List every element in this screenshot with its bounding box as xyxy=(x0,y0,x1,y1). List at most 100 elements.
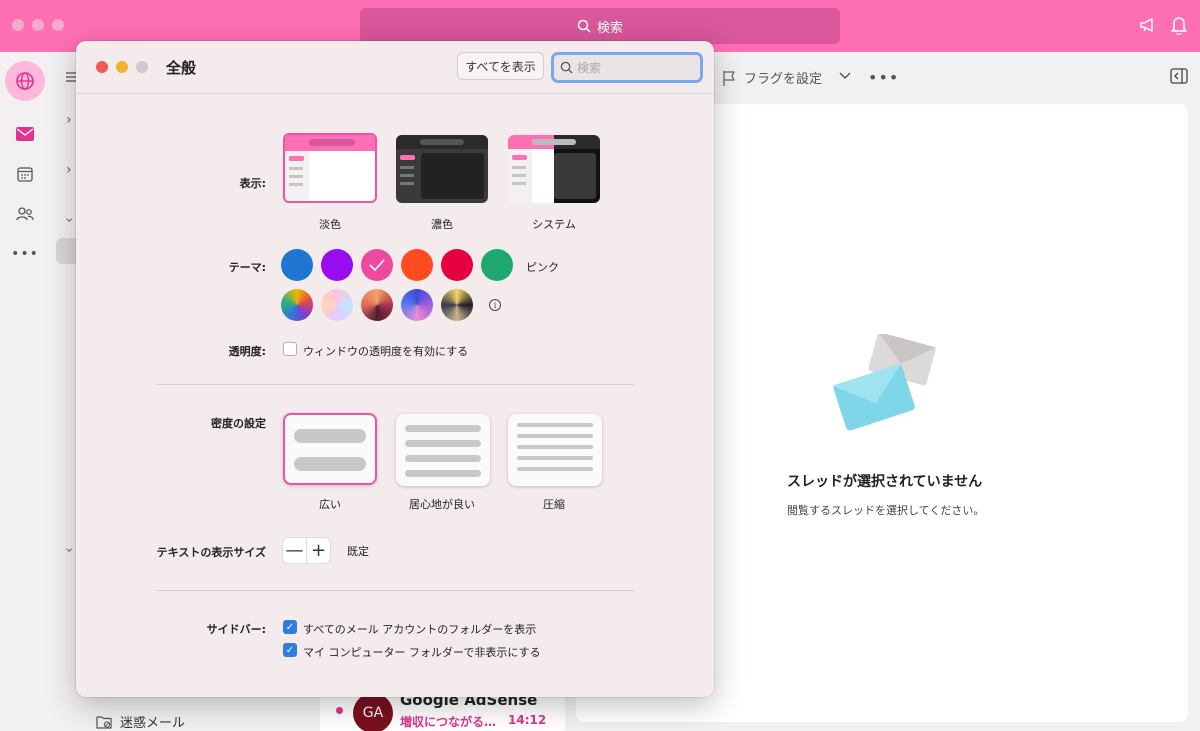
theme-red-swatch[interactable] xyxy=(441,249,473,281)
theme-green-swatch[interactable] xyxy=(481,249,513,281)
density-compact-option[interactable] xyxy=(508,414,602,486)
global-search-label: 検索 xyxy=(596,20,623,36)
theme-violet-swatch[interactable] xyxy=(401,289,433,321)
density-compact-label: 圧縮 xyxy=(543,498,565,511)
settings-dialog: 全般 すべてを表示 表示: 淡色 濃色 シス xyxy=(76,41,714,697)
appearance-system-option[interactable] xyxy=(508,135,600,203)
flag-options-button[interactable] xyxy=(838,68,852,88)
text-size-increase-button[interactable]: + xyxy=(307,538,330,563)
transparency-checkbox[interactable] xyxy=(283,342,297,356)
window-close-dot xyxy=(12,19,24,31)
info-icon[interactable]: i xyxy=(489,299,501,311)
density-bar xyxy=(405,470,481,477)
dialog-title: 全般 xyxy=(166,59,197,77)
folder-junk-icon xyxy=(96,715,112,729)
folder-junk-label: 迷惑メール xyxy=(120,716,186,731)
appearance-light-label: 淡色 xyxy=(319,218,341,231)
transparency-checkbox-label: ウィンドウの透明度を有効にする xyxy=(303,345,469,358)
folder-expand-chevron-icon[interactable]: › xyxy=(66,162,72,178)
theme-blue-swatch[interactable] xyxy=(281,249,313,281)
density-bar xyxy=(517,467,593,471)
bell-icon[interactable] xyxy=(1170,15,1188,35)
appearance-dark-option[interactable] xyxy=(396,135,488,203)
dialog-zoom-button[interactable] xyxy=(136,61,148,73)
megaphone-icon[interactable] xyxy=(1138,15,1158,35)
window-minimize-dot xyxy=(32,19,44,31)
density-cozy-option[interactable] xyxy=(396,414,490,486)
more-apps-button[interactable]: ••• xyxy=(10,239,40,269)
density-spacious-label: 広い xyxy=(319,498,341,511)
appearance-dark-label: 濃色 xyxy=(431,218,453,231)
more-dots-icon: ••• xyxy=(868,68,900,87)
mail-icon xyxy=(16,127,34,141)
density-label: 密度の設定 xyxy=(211,417,266,430)
navigation-rail: ••• xyxy=(0,52,50,731)
calendar-nav-button[interactable] xyxy=(10,159,40,189)
empty-state-title: スレッドが選択されていません xyxy=(787,474,983,490)
flag-icon xyxy=(723,70,735,86)
section-divider xyxy=(156,384,634,385)
calendar-icon xyxy=(17,167,33,182)
people-nav-button[interactable] xyxy=(10,199,40,229)
more-dots-icon: ••• xyxy=(11,246,39,262)
folder-collapse-chevron-icon[interactable]: › xyxy=(61,547,77,553)
theme-sunset-swatch[interactable] xyxy=(361,289,393,321)
folder-junk[interactable]: 迷惑メール xyxy=(96,712,185,731)
density-bar xyxy=(517,456,593,460)
hide-my-computer-label: マイ コンピューター フォルダーで非表示にする xyxy=(303,646,541,659)
chevron-down-icon xyxy=(839,72,851,80)
density-bar xyxy=(405,425,481,432)
more-actions-button[interactable]: ••• xyxy=(868,68,899,87)
collapse-pane-button[interactable] xyxy=(1170,68,1188,88)
show-all-folders-label: すべてのメール アカウントのフォルダーを表示 xyxy=(303,623,537,636)
appearance-light-option[interactable] xyxy=(283,133,377,203)
search-icon xyxy=(560,61,573,74)
dialog-close-button[interactable] xyxy=(96,61,108,73)
text-size-value: 既定 xyxy=(347,545,369,558)
sidebar-label: サイドバー: xyxy=(206,623,266,636)
appearance-label: 表示: xyxy=(239,177,266,190)
collapse-pane-icon xyxy=(1170,68,1188,84)
header-divider xyxy=(76,93,714,94)
avatar: GA xyxy=(353,693,393,731)
density-bar xyxy=(517,445,593,449)
theme-selected-name: ピンク xyxy=(526,261,559,274)
people-icon xyxy=(16,207,34,221)
window-zoom-dot xyxy=(52,19,64,31)
message-time: 14:12 xyxy=(508,713,547,727)
unread-dot xyxy=(336,707,343,714)
envelopes-illustration-icon xyxy=(832,334,937,431)
text-size-decrease-button[interactable]: — xyxy=(283,538,307,563)
density-bar xyxy=(517,423,593,427)
settings-search-field[interactable] xyxy=(551,52,703,83)
theme-label: テーマ: xyxy=(228,261,266,274)
theme-purple-swatch[interactable] xyxy=(321,249,353,281)
dialog-minimize-button[interactable] xyxy=(116,61,128,73)
folder-collapse-chevron-icon[interactable]: › xyxy=(61,217,77,223)
hide-my-computer-checkbox[interactable]: ✓ xyxy=(283,643,297,657)
search-icon xyxy=(577,19,591,33)
show-all-folders-checkbox[interactable]: ✓ xyxy=(283,620,297,634)
show-all-button[interactable]: すべてを表示 xyxy=(457,52,544,80)
section-divider xyxy=(156,590,634,591)
mail-nav-button[interactable] xyxy=(10,119,40,149)
density-bar xyxy=(294,429,366,443)
message-subject: 増収につながる… xyxy=(400,715,497,729)
theme-pastel-swatch[interactable] xyxy=(321,289,353,321)
theme-gold-swatch[interactable] xyxy=(441,289,473,321)
theme-rainbow-swatch[interactable] xyxy=(281,289,313,321)
text-size-label: テキストの表示サイズ xyxy=(156,546,266,559)
settings-search-input[interactable] xyxy=(577,60,687,75)
account-globe-button[interactable] xyxy=(5,61,45,101)
density-spacious-option[interactable] xyxy=(283,413,377,485)
global-search-bar[interactable]: 検索 xyxy=(360,8,840,44)
folder-expand-chevron-icon[interactable]: › xyxy=(66,112,72,128)
globe-icon xyxy=(16,72,34,90)
theme-pink-swatch[interactable] xyxy=(361,249,393,281)
theme-orange-swatch[interactable] xyxy=(401,249,433,281)
empty-state-subtitle: 閲覧するスレッドを選択してください。 xyxy=(787,504,985,517)
flag-button[interactable]: フラグを設定 xyxy=(722,68,822,87)
density-bar xyxy=(517,434,593,438)
density-bar xyxy=(294,457,366,471)
density-bar xyxy=(405,455,481,462)
